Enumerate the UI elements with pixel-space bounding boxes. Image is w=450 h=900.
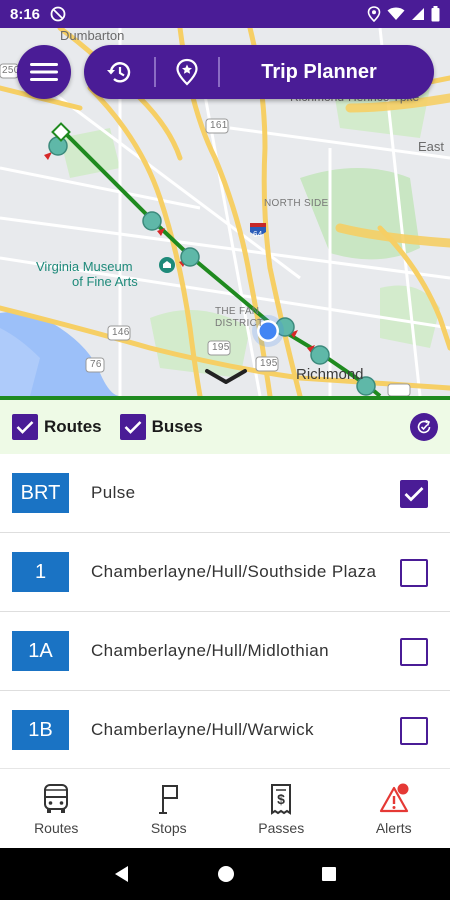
- route-badge: 1A: [12, 631, 69, 671]
- svg-text:$: $: [277, 791, 285, 807]
- routes-filter[interactable]: Routes: [12, 414, 102, 440]
- shield-195b: 195: [260, 358, 278, 369]
- checkmark-icon: [404, 487, 424, 502]
- stop-sign-icon: [153, 782, 185, 816]
- routes-checkbox[interactable]: [12, 414, 38, 440]
- shield-161: 161: [210, 120, 228, 131]
- status-time: 8:16: [10, 5, 41, 23]
- history-icon: [107, 62, 131, 83]
- buses-checkbox[interactable]: [119, 414, 146, 440]
- map-label-east: East: [418, 139, 445, 154]
- refresh-icon: [417, 419, 431, 434]
- route-badge: 1B: [12, 710, 69, 750]
- alert-icon: [378, 782, 410, 816]
- trip-planner-button[interactable]: Trip Planner: [220, 61, 434, 84]
- route-checkbox[interactable]: [400, 638, 428, 666]
- system-nav-bar: [0, 848, 450, 900]
- nav-passes-label: Passes: [258, 819, 305, 836]
- no-disturb-icon: [50, 6, 66, 22]
- nav-alerts[interactable]: Alerts: [338, 769, 450, 848]
- chevron-down-icon: [205, 369, 247, 384]
- route-row-brt[interactable]: BRT Pulse: [0, 454, 450, 533]
- shield-76: 76: [90, 359, 102, 370]
- filter-bar: Routes Buses: [0, 396, 450, 454]
- map-label-fan-district: THE FAN DISTRICT: [215, 306, 264, 330]
- map-label-museum-line2: of Fine Arts: [72, 274, 138, 289]
- route-checkbox[interactable]: [400, 480, 428, 508]
- nav-routes-label: Routes: [34, 819, 79, 836]
- nav-passes[interactable]: $ Passes: [225, 769, 338, 848]
- routes-filter-label: Routes: [44, 417, 102, 436]
- route-badge: BRT: [12, 473, 69, 513]
- map-label-museum-line1: Virginia Museum: [36, 259, 133, 274]
- status-left-icons: [50, 6, 66, 22]
- nav-stops-label: Stops: [150, 819, 187, 836]
- route-row-1a[interactable]: 1A Chamberlayne/Hull/Midlothian: [0, 612, 450, 691]
- route-list[interactable]: BRT Pulse 1 Chamberlayne/Hull/Southside …: [0, 454, 450, 768]
- refresh-button[interactable]: [410, 413, 438, 441]
- route-badge: 1: [12, 552, 69, 592]
- bottom-nav: Routes Stops $ Passes Alerts: [0, 768, 450, 848]
- route-name: Chamberlayne/Hull/Southside Plaza: [91, 562, 377, 581]
- route-checkbox[interactable]: [400, 559, 428, 587]
- status-right-icons: [367, 6, 440, 22]
- favorite-location-button[interactable]: [156, 45, 218, 99]
- route-row-1b[interactable]: 1B Chamberlayne/Hull/Warwick: [0, 691, 450, 768]
- app-screen: 8:16 161 64 146 195 195 76 250 Dumbarton…: [0, 0, 450, 900]
- collapse-map-button[interactable]: [203, 364, 249, 390]
- pass-ticket-icon: $: [265, 782, 297, 816]
- map-label-dumbarton: Dumbarton: [60, 28, 125, 43]
- bus-icon: [40, 782, 72, 816]
- route-name: Pulse: [91, 483, 136, 502]
- back-icon[interactable]: [112, 864, 132, 884]
- star-location-icon: [176, 58, 198, 86]
- checkmark-icon: [124, 421, 142, 434]
- map-label-north-side: NORTH SIDE: [264, 198, 329, 209]
- shield-i64: 64: [253, 230, 263, 239]
- nav-routes[interactable]: Routes: [0, 769, 113, 848]
- route-checkbox[interactable]: [400, 717, 428, 745]
- recents-icon[interactable]: [320, 865, 338, 883]
- shield-146: 146: [112, 327, 130, 338]
- route-row-1[interactable]: 1 Chamberlayne/Hull/Southside Plaza: [0, 533, 450, 612]
- checkmark-icon: [16, 421, 34, 434]
- map-label-fan-line1: THE FAN: [215, 306, 260, 317]
- trip-planner-bar: Trip Planner: [84, 45, 434, 99]
- history-button[interactable]: [84, 45, 154, 99]
- route-name: Chamberlayne/Hull/Midlothian: [91, 641, 329, 660]
- map-label-fan-line2: DISTRICT: [215, 318, 264, 329]
- nav-stops[interactable]: Stops: [113, 769, 226, 848]
- wifi-icon: [387, 7, 405, 20]
- menu-button[interactable]: [17, 45, 71, 99]
- map-label-richmond: Richmond: [296, 366, 364, 383]
- status-bar: 8:16: [0, 0, 450, 28]
- signal-icon: [412, 8, 424, 20]
- hamburger-icon: [30, 63, 58, 81]
- home-icon[interactable]: [216, 864, 236, 884]
- buses-filter-label: Buses: [151, 417, 203, 436]
- buses-filter[interactable]: Buses: [119, 414, 203, 440]
- battery-icon: [431, 6, 440, 22]
- map-label-museum: Virginia Museum of Fine Arts: [36, 259, 138, 289]
- shield-195a: 195: [212, 342, 230, 353]
- nav-alerts-label: Alerts: [375, 819, 412, 836]
- location-icon: [367, 6, 381, 22]
- route-name: Chamberlayne/Hull/Warwick: [91, 720, 314, 739]
